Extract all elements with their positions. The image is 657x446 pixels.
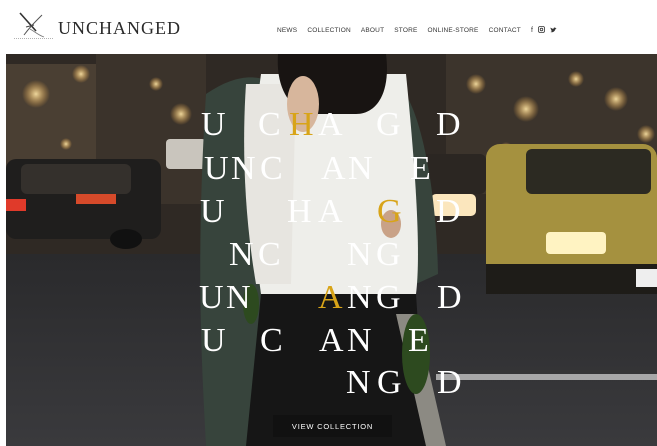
main-nav: NEWS COLLECTION ABOUT STORE ONLINE-STORE… (277, 26, 557, 35)
instagram-icon[interactable] (537, 26, 545, 35)
twitter-icon[interactable] (550, 26, 557, 35)
nav-about[interactable]: ABOUT (361, 27, 384, 34)
nav-online-store[interactable]: ONLINE-STORE (428, 27, 479, 34)
hero-photo (6, 54, 657, 446)
nav-store[interactable]: STORE (394, 27, 417, 34)
view-collection-button[interactable]: VIEW COLLECTION (273, 415, 392, 437)
brand-name[interactable]: UNCHANGED (58, 18, 181, 39)
facebook-icon[interactable]: f (531, 27, 533, 34)
nav-news[interactable]: NEWS (277, 27, 297, 34)
logo-tagline (14, 38, 54, 39)
nav-collection[interactable]: COLLECTION (307, 27, 351, 34)
site-header: UNCHANGED NEWS COLLECTION ABOUT STORE ON… (0, 0, 657, 54)
brush-logo-icon[interactable] (16, 11, 50, 39)
social-links: f (531, 26, 557, 35)
street-scene-image (6, 54, 657, 446)
nav-contact[interactable]: CONTACT (489, 27, 521, 34)
